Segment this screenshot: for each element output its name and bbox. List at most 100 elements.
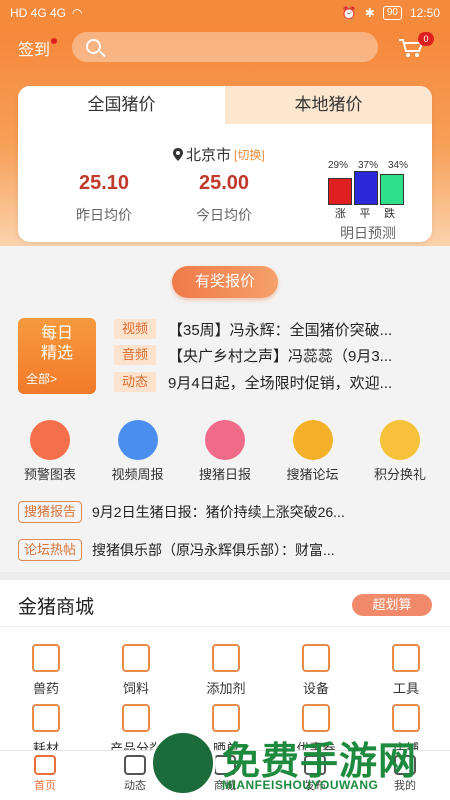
yesterday-price-label: 昨日均价 <box>76 207 132 223</box>
cart-badge: 0 <box>418 32 434 46</box>
daily-picks-title-1: 每日 <box>40 325 73 342</box>
menu-item-points-gift[interactable]: 积分换礼 <box>358 420 442 483</box>
price-card: 全国猪价 本地猪价 北京市 [切换] 25.10 昨日均价 25.00 今日均价… <box>18 86 432 242</box>
feed-text: 【央广乡村之声】冯蕊蕊（9月3... <box>168 347 393 365</box>
category-label: 工具 <box>392 681 419 696</box>
yesterday-price-value: 25.10 <box>78 172 130 194</box>
site-watermark: 免费手游网 MIANFEISHOUYOUWANG <box>150 728 446 798</box>
feed-item[interactable]: 视频 【35周】冯永辉：全国猪价突破... <box>114 318 434 340</box>
forecast-direction: 平 <box>359 208 371 220</box>
bottle-icon <box>212 644 240 672</box>
feed-tag: 音频 <box>114 345 156 365</box>
category-label: 饲料 <box>122 681 149 696</box>
forecast-title: 明日预测 <box>340 225 396 241</box>
category-equipment[interactable]: 设备 <box>276 644 356 697</box>
category-label: 添加剂 <box>206 681 246 696</box>
city-selector[interactable]: 北京市 [切换] <box>173 144 265 165</box>
forecast-percent: 37% <box>357 160 378 171</box>
feed-text: 9月4日起，全场限时促销，欢迎... <box>168 374 393 392</box>
checkin-notification-dot <box>51 38 57 44</box>
medicine-icon <box>32 644 60 672</box>
grid-icon <box>122 704 150 732</box>
switch-city-link[interactable]: [切换] <box>234 146 265 163</box>
tomorrow-forecast[interactable]: 29% 37% 34% 涨 平 跌 明日预测 <box>328 160 408 242</box>
daily-picks-all-link[interactable]: 全部> <box>26 370 88 387</box>
search-icon <box>86 39 101 54</box>
menu-label: 预警图表 <box>23 467 76 482</box>
forecast-percent: 34% <box>387 160 408 171</box>
forecast-percent: 29% <box>328 160 349 171</box>
city-name: 北京市 <box>186 147 232 164</box>
mall-title: 金猪商城 <box>18 597 95 618</box>
signal-indicator: HD 4G 4G <box>10 6 67 20</box>
menu-item-video-weekly[interactable]: 视频周报 <box>96 420 180 483</box>
battery-level: 90 <box>382 6 402 20</box>
section-divider <box>0 572 450 580</box>
feed-item[interactable]: 动态 9月4日起，全场限时促销，欢迎... <box>114 371 434 393</box>
category-vet-medicine[interactable]: 兽药 <box>6 644 86 697</box>
video-icon <box>124 755 146 775</box>
category-label: 设备 <box>302 681 329 696</box>
function-menu: 预警图表 视频周报 搜猪日报 搜猪论坛 积分换礼 <box>0 420 450 483</box>
feed-tag: 视频 <box>114 319 156 339</box>
tab-local-price[interactable]: 本地猪价 <box>225 86 432 124</box>
today-price: 25.00 今日均价 <box>164 172 284 225</box>
feed-icon <box>122 644 150 672</box>
divider <box>0 626 450 627</box>
menu-item-forum[interactable]: 搜猪论坛 <box>271 420 355 483</box>
watermark-subtitle: MIANFEISHOUYOUWANG <box>222 778 379 792</box>
alarm-icon: ⏰ <box>341 6 357 20</box>
search-bar[interactable] <box>72 32 378 62</box>
checkin-button[interactable]: 签到 <box>18 36 50 60</box>
home-icon <box>34 755 56 775</box>
menu-label: 视频周报 <box>111 467 164 482</box>
feed-text: 【35周】冯永辉：全国猪价突破... <box>168 321 393 339</box>
category-additive[interactable]: 添加剂 <box>186 644 266 697</box>
chart-icon <box>30 420 70 460</box>
forecast-bar <box>328 178 352 205</box>
menu-item-daily-report[interactable]: 搜猪日报 <box>183 420 267 483</box>
menu-item-warning-chart[interactable]: 预警图表 <box>8 420 92 483</box>
watermark-title: 免费手游网 <box>222 741 418 783</box>
location-pin-icon <box>173 148 183 161</box>
people-icon <box>292 420 333 460</box>
bluetooth-icon: ✱ <box>364 6 375 20</box>
news-item[interactable]: 论坛热帖 搜猪俱乐部（原冯永辉俱乐部）：财富... <box>18 538 432 562</box>
equipment-icon <box>302 644 330 672</box>
calendar-icon <box>205 420 245 460</box>
news-item[interactable]: 搜猪报告 9月2日生猪日报：猪价持续上涨突破26... <box>18 500 432 524</box>
mall-deal-badge[interactable]: 超划算 <box>352 594 432 616</box>
reward-quote-button[interactable]: 有奖报价 <box>172 266 278 298</box>
news-text: 9月2日生猪日报：猪价持续上涨突破26... <box>92 504 345 520</box>
news-text: 搜猪俱乐部（原冯永辉俱乐部）：财富... <box>92 542 335 558</box>
syringe-icon <box>32 704 60 732</box>
today-price-value: 25.00 <box>198 172 250 194</box>
wifi-icon: ◠ <box>72 6 83 20</box>
today-price-label: 今日均价 <box>196 207 252 223</box>
feed-tag: 动态 <box>114 372 156 392</box>
watermark-logo-icon <box>150 730 216 796</box>
yesterday-price: 25.10 昨日均价 <box>44 172 164 225</box>
menu-label: 搜猪论坛 <box>286 467 339 482</box>
news-tag: 论坛热帖 <box>18 539 83 561</box>
forecast-bar <box>354 171 378 205</box>
news-tag: 搜猪报告 <box>18 501 83 523</box>
mall-section: 金猪商城 超划算 兽药 饲料 添加剂 设备 工具 耗材 产品分类 晒单 优惠券 … <box>0 580 450 756</box>
tab-national-price[interactable]: 全国猪价 <box>18 86 225 124</box>
tab-label: 首页 <box>34 780 56 792</box>
tools-icon <box>392 644 420 672</box>
daily-picks-card[interactable]: 每日 精选 全部> <box>18 318 96 394</box>
forecast-direction: 跌 <box>384 208 396 220</box>
category-tools[interactable]: 工具 <box>366 644 446 697</box>
category-feed[interactable]: 饲料 <box>96 644 176 697</box>
gift-icon <box>380 420 420 460</box>
forecast-bar <box>380 174 404 205</box>
tv-icon <box>117 420 158 460</box>
tab-home[interactable]: 首页 <box>0 751 90 800</box>
clock: 12:50 <box>409 6 440 20</box>
menu-label: 搜猪日报 <box>198 467 251 482</box>
category-label: 兽药 <box>32 681 59 696</box>
daily-picks-title-2: 精选 <box>40 345 73 362</box>
status-bar: HD 4G 4G ◠ ⏰ ✱ 90 12:50 <box>0 0 450 26</box>
feed-item[interactable]: 音频 【央广乡村之声】冯蕊蕊（9月3... <box>114 344 434 366</box>
